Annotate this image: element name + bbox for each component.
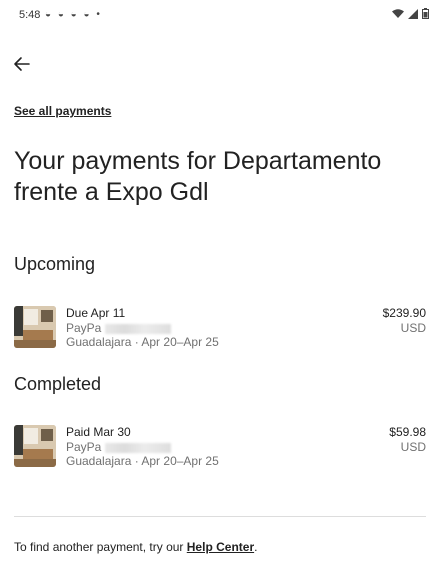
payment-method: PayPa	[66, 440, 219, 454]
footer-help-text: To find another payment, try our Help Ce…	[14, 540, 257, 554]
payment-location-dates: Guadalajara · Apr 20–Apr 25	[66, 454, 219, 468]
payment-status: Paid Mar 30	[66, 425, 131, 439]
payment-location-dates: Guadalajara · Apr 20–Apr 25	[66, 335, 219, 349]
completed-payment-row[interactable]: Paid Mar 30 PayPa Guadalajara · Apr 20–A…	[14, 425, 426, 471]
status-right-icons	[392, 8, 429, 19]
status-bar: 5:48 ◒ ◒ ◒ ◒ •	[0, 0, 441, 30]
status-time: 5:48	[19, 9, 41, 21]
payment-amount: $239.90	[382, 306, 426, 320]
payment-method-text: PayPa	[66, 321, 102, 335]
app-notification-icon: ◒	[83, 9, 92, 20]
redacted-account	[105, 323, 172, 334]
redacted-account	[105, 442, 172, 453]
upcoming-payment-row[interactable]: Due Apr 11 PayPa Guadalajara · Apr 20–Ap…	[14, 306, 426, 352]
footer-prefix: To find another payment, try our	[14, 540, 187, 554]
payment-method-text: PayPa	[66, 440, 102, 454]
back-button[interactable]	[10, 52, 34, 76]
footer-divider	[14, 516, 426, 517]
footer-suffix: .	[254, 540, 258, 554]
payment-amount: $59.98	[389, 425, 426, 439]
completed-heading: Completed	[14, 374, 102, 394]
listing-thumbnail	[14, 425, 56, 467]
app-notification-icon: ◒	[45, 9, 54, 20]
payment-currency: USD	[400, 440, 426, 454]
notification-icons: ◒ ◒ ◒ ◒ •	[45, 9, 102, 20]
wifi-icon	[392, 8, 404, 18]
dot-icon: •	[96, 9, 102, 20]
payment-status: Due Apr 11	[66, 306, 126, 320]
page-title: Your payments for Departamento frente a …	[14, 147, 382, 206]
signal-icon	[408, 8, 418, 19]
help-center-link[interactable]: Help Center	[187, 540, 254, 554]
payment-method: PayPa	[66, 321, 219, 335]
upcoming-heading: Upcoming	[14, 254, 96, 274]
see-all-payments-link[interactable]: See all payments	[14, 104, 111, 118]
arrow-left-icon	[14, 57, 30, 71]
app-notification-icon: ◒	[70, 9, 79, 20]
battery-icon	[422, 8, 429, 19]
payment-currency: USD	[400, 321, 426, 335]
listing-thumbnail	[14, 306, 56, 348]
app-notification-icon: ◒	[57, 9, 66, 20]
